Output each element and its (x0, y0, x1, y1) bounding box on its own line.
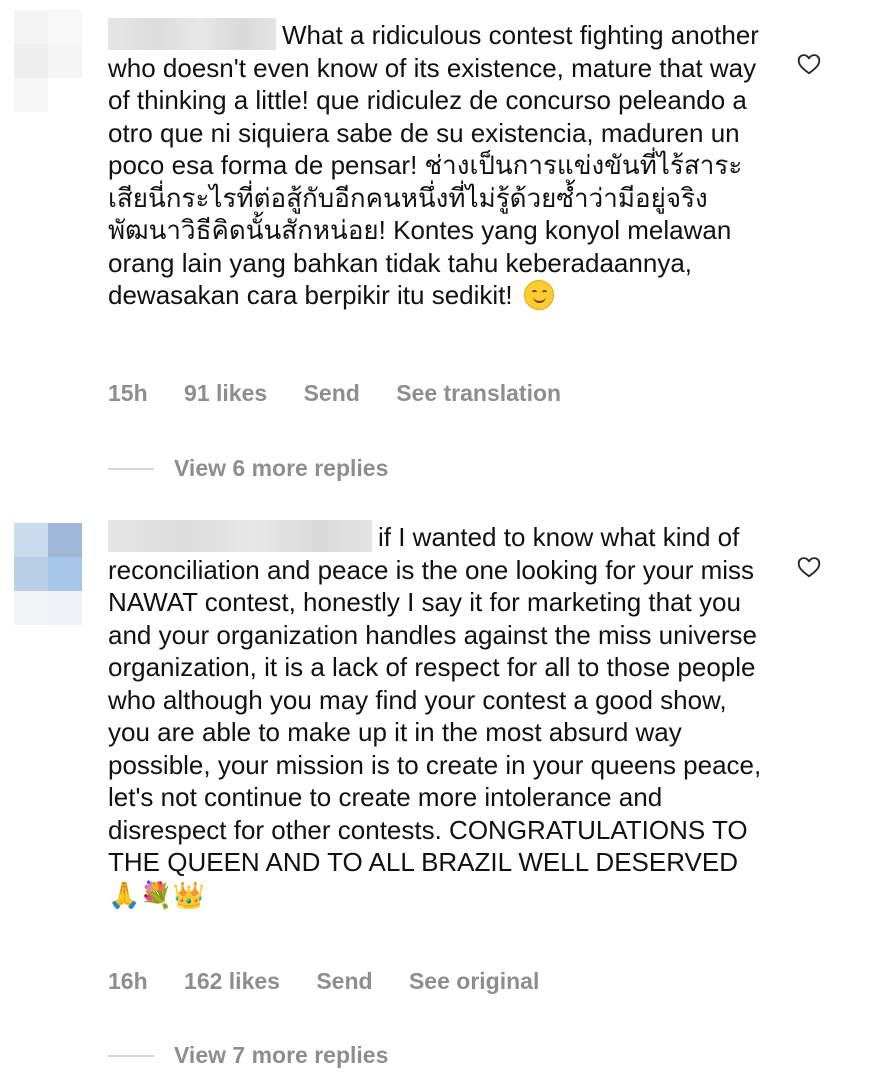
avatar-pixel (48, 557, 82, 591)
replies-divider (108, 467, 154, 470)
avatar-pixel (14, 557, 48, 591)
avatar-pixel (48, 10, 82, 44)
view-replies-label: View 6 more replies (174, 455, 389, 481)
username-redacted[interactable] (108, 520, 372, 552)
avatar-pixel (14, 523, 48, 557)
send-button[interactable]: Send (304, 380, 360, 406)
avatar-pixel (14, 78, 48, 112)
avatar-pixel (48, 591, 82, 625)
avatar[interactable] (14, 10, 82, 112)
comment: What a ridiculous contest fighting anoth… (0, 0, 870, 500)
avatar-pixel (14, 44, 48, 78)
comment-text: if I wanted to know what kind of reconci… (108, 522, 762, 877)
comment-meta: 15h 91 likes Send See translation (108, 380, 591, 407)
avatar-pixel (48, 44, 82, 78)
likes-count[interactable]: 162 likes (184, 968, 280, 994)
comment: if I wanted to know what kind of reconci… (0, 505, 870, 1091)
avatar[interactable] (14, 523, 82, 625)
see-original-button[interactable]: See original (409, 968, 539, 994)
avatar-pixel (48, 78, 82, 112)
see-translation-button[interactable]: See translation (396, 380, 561, 406)
comment-meta: 16h 162 likes Send See original (108, 968, 569, 995)
comment-body: if I wanted to know what kind of reconci… (108, 520, 773, 912)
comment-text: What a ridiculous contest fighting anoth… (108, 20, 759, 310)
view-replies-button[interactable]: View 6 more replies (108, 455, 388, 482)
username-redacted[interactable] (108, 18, 276, 50)
comment-body: What a ridiculous contest fighting anoth… (108, 18, 773, 312)
smiling-face-icon (523, 280, 554, 310)
heart-icon[interactable] (796, 554, 822, 580)
timestamp: 16h (108, 968, 148, 994)
send-button[interactable]: Send (316, 968, 372, 994)
avatar-pixel (14, 10, 48, 44)
prayer-flowers-crown-icon: 🙏💐👑 (108, 880, 206, 911)
heart-icon[interactable] (796, 51, 822, 77)
avatar-pixel (48, 523, 82, 557)
likes-count[interactable]: 91 likes (184, 380, 267, 406)
avatar-pixel (14, 591, 48, 625)
replies-divider (108, 1054, 154, 1057)
view-replies-button[interactable]: View 7 more replies (108, 1042, 388, 1069)
timestamp: 15h (108, 380, 148, 406)
view-replies-label: View 7 more replies (174, 1042, 389, 1068)
